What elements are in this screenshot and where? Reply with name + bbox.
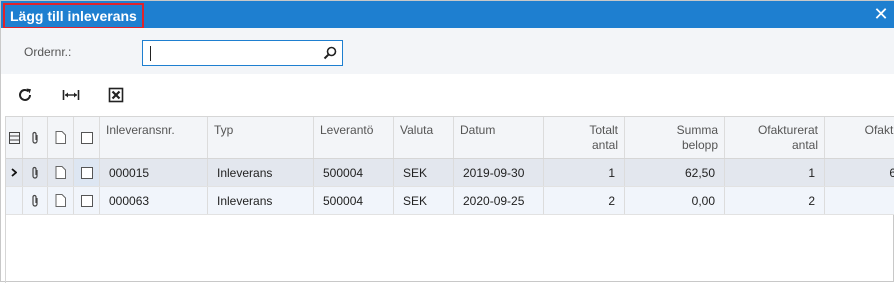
attachment-header-icon [23,117,48,158]
attachment-icon[interactable] [23,187,48,214]
cell-currency: SEK [394,159,454,186]
column-uninvoiced-qty-line1: Ofakturerat [757,123,818,137]
column-date[interactable]: Datum [454,117,544,158]
table-row[interactable]: 000015 Inleverans 500004 SEK 2019-09-30 … [6,159,894,187]
cell-uninvoiced-qty: 2 [725,187,825,214]
row-current-indicator-icon [6,159,23,186]
cell-date: 2020-09-25 [454,187,544,214]
column-sum-line1: Summa [676,123,718,137]
order-number-label: Ordernr.: [24,45,72,59]
row-checkbox[interactable] [74,159,100,186]
column-currency[interactable]: Valuta [394,117,454,158]
search-icon[interactable] [322,45,338,61]
fit-columns-icon [62,90,80,100]
receipts-grid: Inleveransnr. Typ Leverantö Valuta Datum… [5,116,894,283]
column-uninvoiced-qty[interactable]: Ofakturerat antal [725,117,825,158]
table-row[interactable]: 000063 Inleverans 500004 SEK 2020-09-25 … [6,187,894,215]
cell-uninvoiced-qty: 1 [725,159,825,186]
column-total-qty-line1: Totalt [589,123,618,137]
cell-sum: 0,00 [625,187,725,214]
close-icon[interactable]: ✕ [873,5,889,23]
cell-currency: SEK [394,187,454,214]
refresh-button[interactable] [14,84,36,106]
excel-export-icon [108,87,124,103]
column-total-qty-line2: antal [591,138,618,152]
column-total-qty[interactable]: Totalt antal [544,117,625,158]
column-uninvoiced-amount-line2: s [831,138,894,153]
column-uninvoiced-amount[interactable]: Ofaktu s [825,117,894,158]
note-header-icon [48,117,74,158]
cell-total-qty: 1 [544,159,625,186]
note-icon[interactable] [48,159,74,186]
cell-date: 2019-09-30 [454,159,544,186]
dialog-titlebar: Lägg till inleverans ✕ [1,1,894,29]
column-type[interactable]: Typ [208,117,314,158]
column-sum[interactable]: Summa belopp [625,117,725,158]
cell-vendor: 500004 [314,159,394,186]
refresh-icon [19,88,31,101]
grid-toolbar [1,74,894,116]
note-icon[interactable] [48,187,74,214]
column-uninvoiced-qty-line2: antal [791,138,818,152]
column-vendor[interactable]: Leverantö [314,117,394,158]
select-all-checkbox[interactable] [74,117,100,158]
dialog-title: Lägg till inleverans [3,3,144,29]
column-sum-line2: belopp [681,138,718,152]
cell-receipt-nr: 000015 [100,159,208,186]
add-receipt-dialog: Lägg till inleverans ✕ Ordernr.: Inlever… [0,0,894,283]
grid-header: Inleveransnr. Typ Leverantö Valuta Datum… [6,117,894,159]
row-menu-icon[interactable] [6,117,23,158]
cell-vendor: 500004 [314,187,394,214]
cell-total-qty: 2 [544,187,625,214]
cell-type: Inleverans [208,187,314,214]
cell-uninvoiced-amount [825,187,894,214]
column-receipt-nr[interactable]: Inleveransnr. [100,117,208,158]
attachment-icon[interactable] [23,159,48,186]
cell-uninvoiced-amount: 6 [825,159,894,186]
export-excel-button[interactable] [105,84,127,106]
row-indicator [6,187,23,214]
cell-type: Inleverans [208,159,314,186]
column-uninvoiced-amount-line1: Ofaktu [864,123,894,137]
filter-panel: Ordernr.: [1,28,894,74]
fit-columns-button[interactable] [60,84,82,106]
text-caret [150,46,151,61]
order-number-input[interactable] [142,40,343,66]
row-checkbox[interactable] [74,187,100,214]
cell-sum: 62,50 [625,159,725,186]
cell-receipt-nr: 000063 [100,187,208,214]
